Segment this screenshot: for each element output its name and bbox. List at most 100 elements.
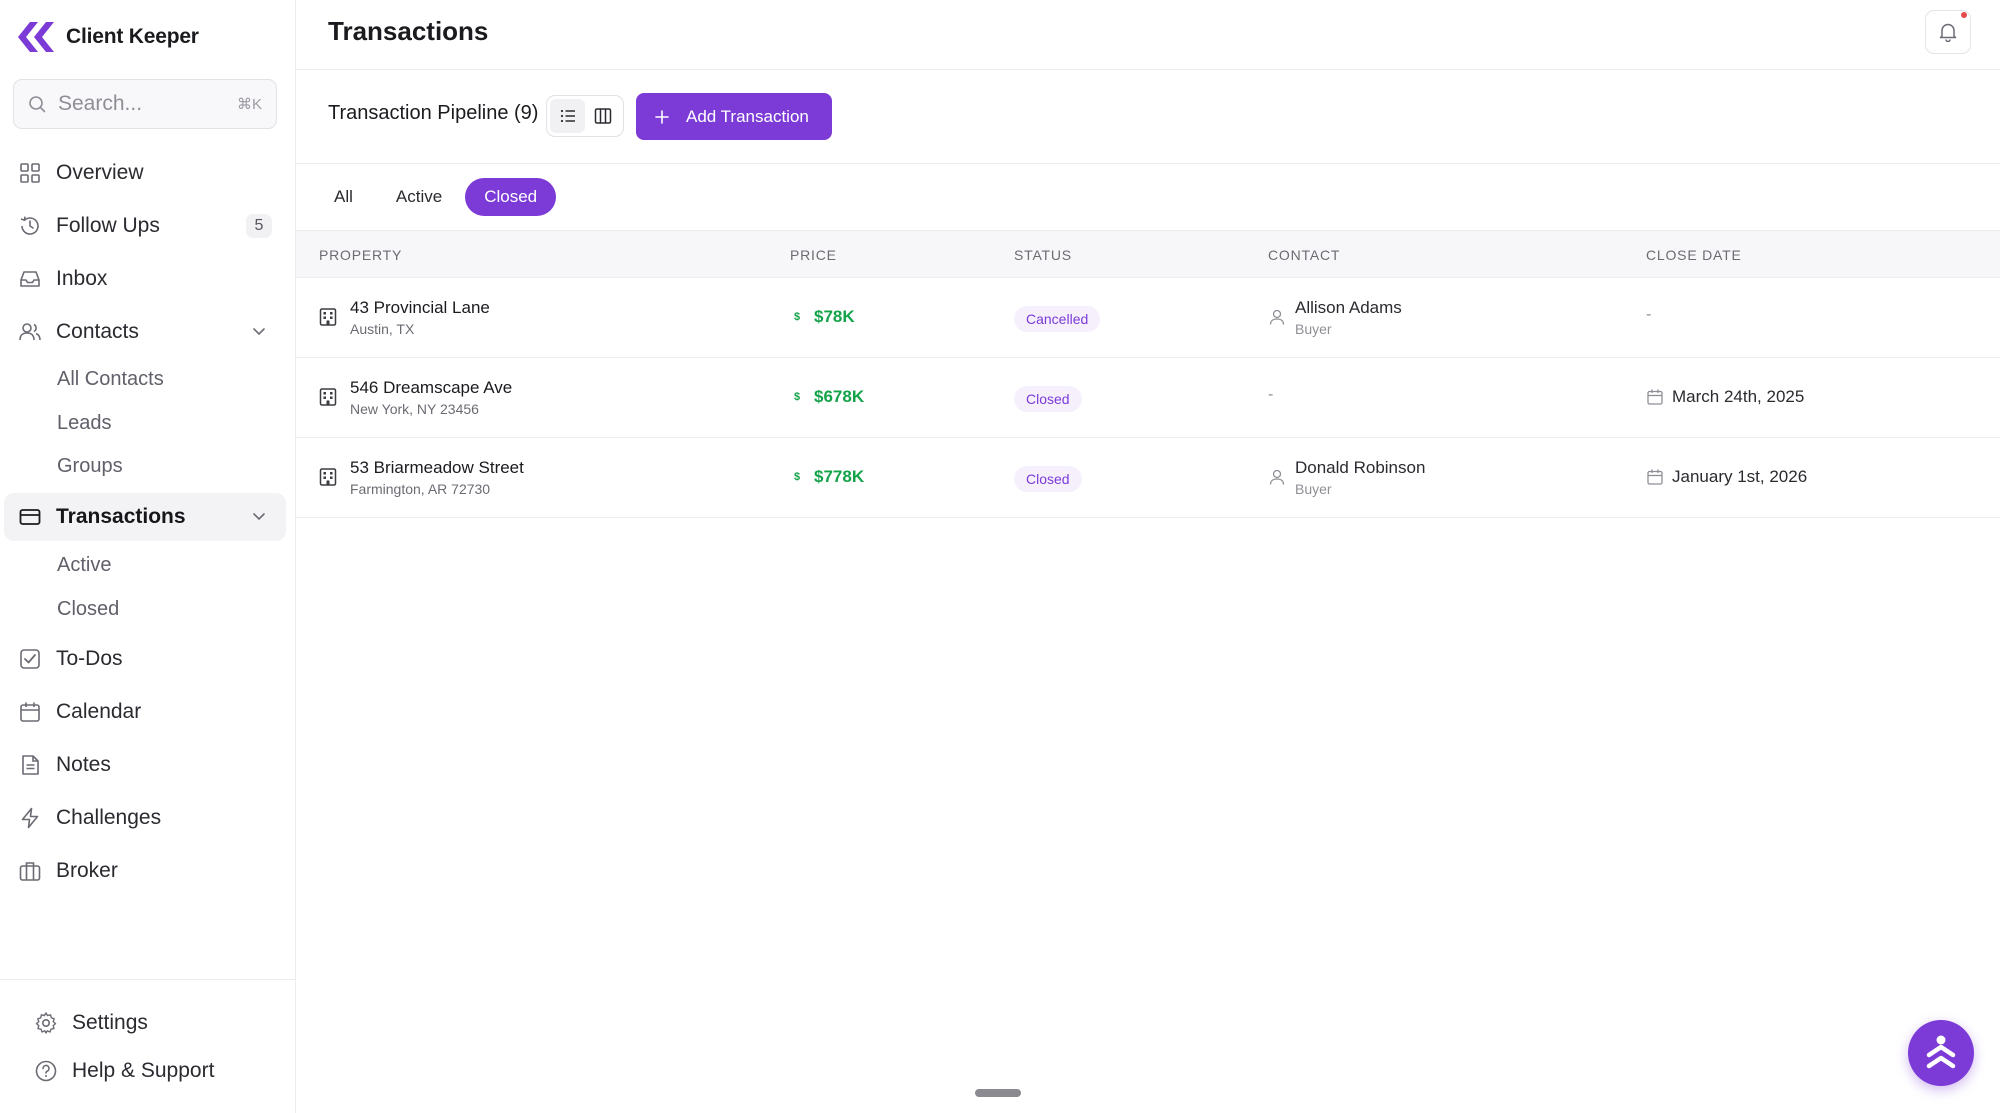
tab-all[interactable]: All (328, 178, 373, 216)
grid-icon (18, 161, 42, 185)
chevron-down-icon[interactable] (250, 322, 268, 340)
history-icon (18, 214, 42, 238)
status-filter-tabs: All Active Closed (328, 178, 560, 216)
price-value: $778K (814, 467, 865, 486)
search-input[interactable]: Search... ⌘K (13, 79, 277, 129)
inbox-icon (18, 267, 42, 291)
tab-active[interactable]: Active (377, 178, 461, 216)
list-icon (560, 109, 575, 123)
user-icon (1269, 469, 1285, 485)
sidebar-item-transactions[interactable]: Transactions (4, 493, 286, 541)
status-badge: Closed (1014, 386, 1082, 412)
table-row[interactable]: 546 Dreamscape Ave New York, NY 23456 $ … (296, 358, 2000, 438)
sidebar-item-label: Notes (56, 753, 111, 776)
sidebar-subitem-leads[interactable]: Leads (57, 408, 112, 438)
contact-role: Buyer (1295, 321, 1332, 337)
checkbox-icon (18, 647, 42, 671)
bell-icon (1939, 23, 1957, 42)
pipeline-toolbar: Transaction Pipeline (9) Add Transaction (296, 70, 2000, 164)
column-header-close-date[interactable]: CLOSE DATE (1646, 247, 1742, 263)
brand[interactable]: Client Keeper (16, 20, 199, 54)
contact-role: Buyer (1295, 481, 1332, 497)
assistant-fab-button[interactable] (1908, 1020, 1974, 1086)
sidebar-subitem-all-contacts[interactable]: All Contacts (57, 364, 164, 394)
sidebar-item-label: Inbox (56, 267, 108, 290)
price-cell: $ $778K (794, 467, 864, 487)
table-row[interactable]: 43 Provincial Lane Austin, TX $ $78K Can… (296, 278, 2000, 358)
sidebar-item-inbox[interactable]: Inbox (4, 255, 286, 303)
pipeline-title: Transaction Pipeline (9) (328, 102, 539, 124)
assistant-icon (1926, 1035, 1956, 1069)
transactions-table: PROPERTY PRICE STATUS CONTACT CLOSE DATE… (296, 230, 2000, 518)
sidebar-item-challenges[interactable]: Challenges (4, 794, 286, 842)
app-root: Client Keeper Search... ⌘K Overview Foll… (0, 0, 2000, 1113)
add-transaction-label: Add Transaction (686, 106, 809, 126)
sidebar-item-to-dos[interactable]: To-Dos (4, 635, 286, 683)
contact-empty: - (1268, 386, 1274, 403)
sidebar-item-label: Challenges (56, 806, 162, 829)
settings-link[interactable]: Settings (34, 1005, 148, 1041)
briefcase-icon (18, 859, 42, 883)
close-date: January 1st, 2026 (1672, 467, 1808, 486)
help-support-link[interactable]: Help & Support (34, 1053, 214, 1089)
sidebar-subitem-closed[interactable]: Closed (57, 594, 119, 624)
user-icon (1269, 309, 1285, 325)
sidebar-item-follow-ups[interactable]: Follow Ups 5 (4, 202, 286, 250)
search-placeholder: Search... (58, 92, 143, 115)
calendar-icon (1647, 389, 1663, 405)
settings-label: Settings (72, 1011, 148, 1034)
sidebar-item-calendar[interactable]: Calendar (4, 688, 286, 736)
contact-name[interactable]: Donald Robinson (1295, 458, 1425, 478)
notifications-button[interactable] (1925, 10, 1971, 54)
building-icon (319, 308, 337, 326)
contact-name[interactable]: Allison Adams (1295, 298, 1402, 318)
dollar-icon: $ (794, 391, 801, 403)
list-view-button[interactable] (550, 99, 585, 133)
help-circle-icon (35, 1060, 57, 1082)
notification-dot (1961, 12, 1967, 18)
sidebar-item-label: Broker (56, 859, 118, 882)
sidebar-subitem-active[interactable]: Active (57, 550, 111, 580)
tab-closed[interactable]: Closed (465, 178, 557, 216)
sidebar-item-broker[interactable]: Broker (4, 847, 286, 895)
sidebar-item-label: To-Dos (56, 647, 123, 670)
property-name: 546 Dreamscape Ave (350, 378, 513, 397)
board-view-button[interactable] (585, 99, 620, 133)
dollar-icon: $ (794, 311, 801, 323)
price-value: $78K (814, 307, 855, 326)
close-date-empty: - (1646, 306, 1652, 323)
column-header-price[interactable]: PRICE (790, 247, 837, 263)
add-transaction-button[interactable]: Add Transaction (636, 93, 832, 140)
document-icon (18, 753, 42, 777)
sidebar-item-label: Calendar (56, 700, 142, 723)
table-row[interactable]: 53 Briarmeadow Street Farmington, AR 727… (296, 438, 2000, 518)
column-header-contact[interactable]: CONTACT (1268, 247, 1340, 263)
building-icon (319, 468, 337, 486)
topbar: Transactions (296, 0, 2000, 70)
status-badge: Cancelled (1014, 306, 1101, 332)
price-value: $678K (814, 387, 865, 406)
property-name: 53 Briarmeadow Street (350, 458, 524, 477)
chevron-down-icon[interactable] (250, 507, 268, 525)
building-icon (319, 388, 337, 406)
plus-icon (655, 109, 669, 124)
users-icon (18, 320, 42, 344)
scroll-handle[interactable] (975, 1089, 1021, 1097)
property-address: New York, NY 23456 (350, 401, 479, 417)
sidebar-subitem-groups[interactable]: Groups (57, 451, 123, 481)
sidebar-item-notes[interactable]: Notes (4, 741, 286, 789)
sidebar-item-label: Overview (56, 161, 144, 184)
column-header-property[interactable]: PROPERTY (319, 247, 402, 263)
bolt-icon (18, 806, 42, 830)
card-icon (18, 505, 42, 529)
price-cell: $ $678K (794, 387, 864, 407)
view-toggle (546, 95, 624, 137)
help-support-label: Help & Support (72, 1059, 215, 1082)
property-address: Austin, TX (350, 321, 415, 337)
sidebar-item-label: Transactions (56, 505, 186, 528)
sidebar-item-contacts[interactable]: Contacts (4, 308, 286, 356)
client-keeper-logo (18, 22, 54, 52)
sidebar-item-overview[interactable]: Overview (4, 149, 286, 197)
column-header-status[interactable]: STATUS (1014, 247, 1072, 263)
dollar-icon: $ (794, 471, 801, 483)
